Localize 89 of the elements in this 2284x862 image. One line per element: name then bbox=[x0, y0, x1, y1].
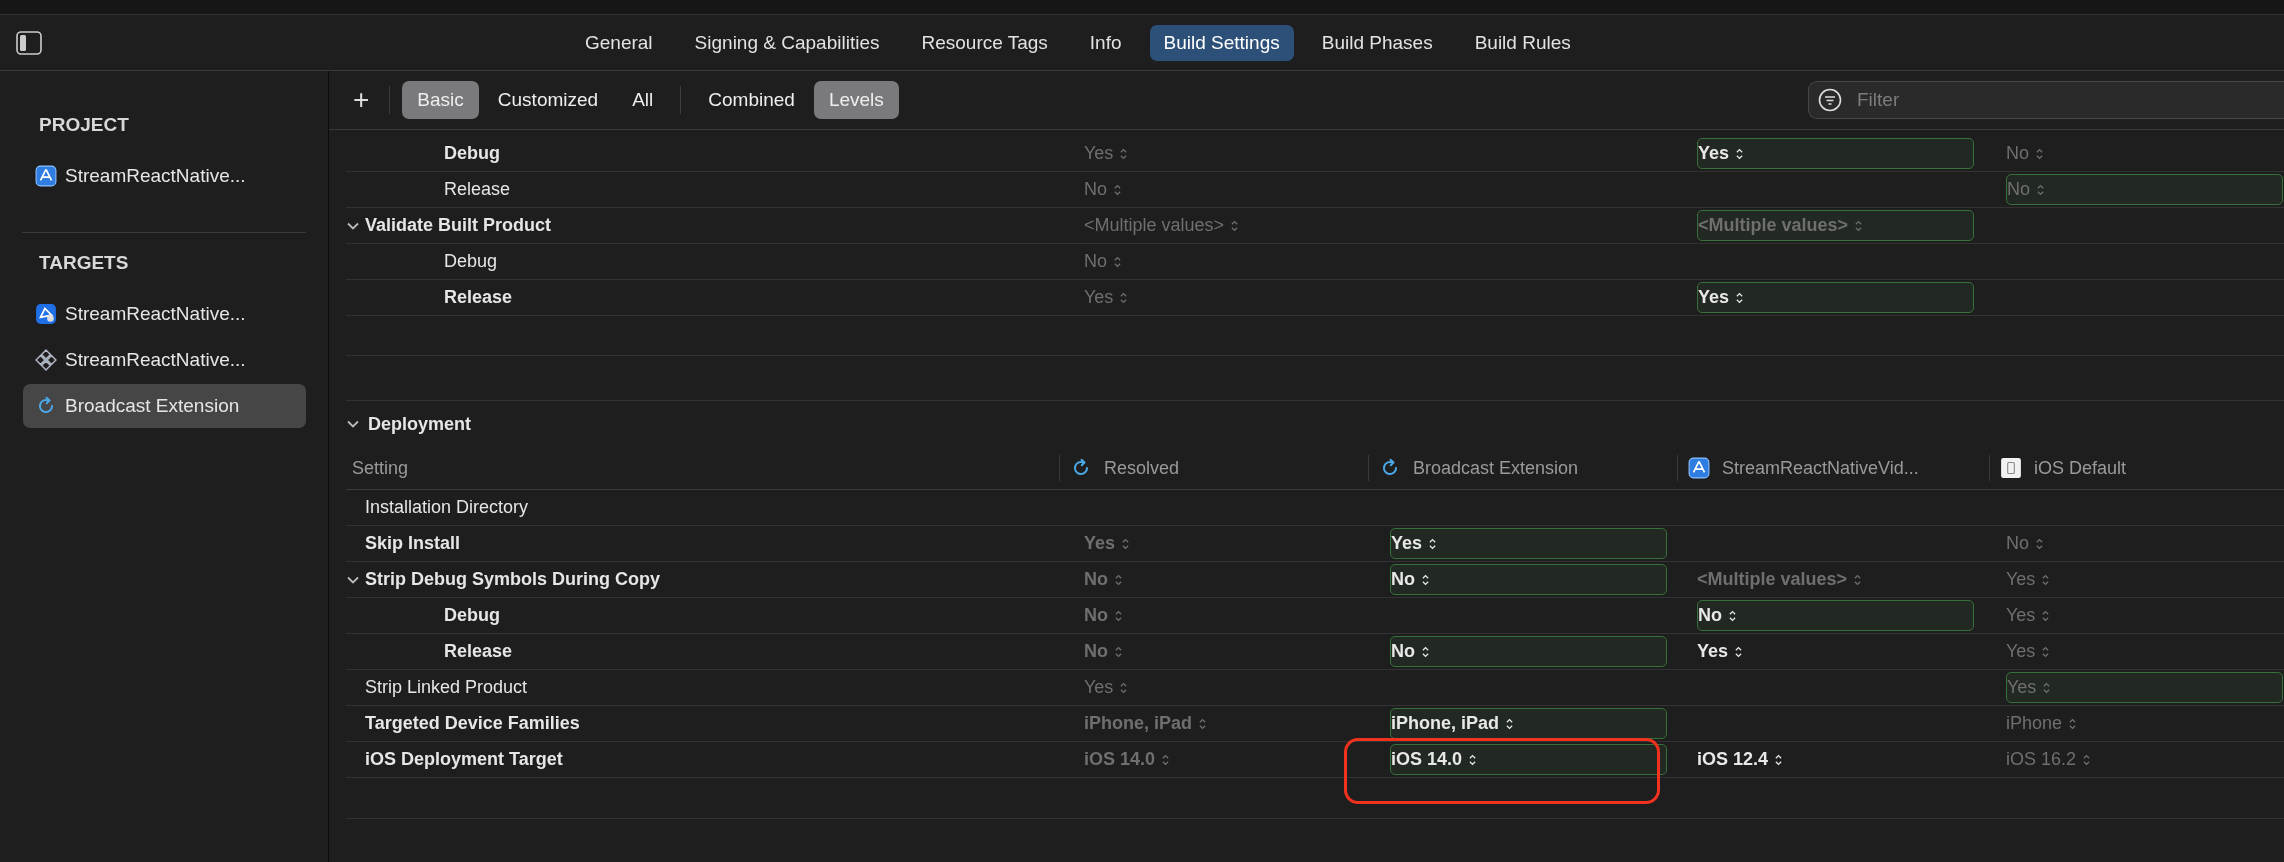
filter-icon bbox=[1818, 88, 1842, 112]
setting-name: Targeted Device Families bbox=[365, 713, 580, 734]
scope-button[interactable]: Customized bbox=[482, 81, 614, 119]
updown-chevron-icon bbox=[2041, 608, 2051, 623]
app-target-icon bbox=[35, 303, 57, 325]
updown-chevron-icon bbox=[2035, 146, 2044, 161]
setting-name: Skip Install bbox=[365, 533, 461, 554]
updown-chevron-icon bbox=[2035, 536, 2044, 551]
add-button[interactable]: + bbox=[345, 86, 378, 114]
setting-name: Release bbox=[444, 287, 513, 308]
updown-chevron-icon bbox=[1428, 536, 1438, 551]
updown-chevron-icon bbox=[1119, 146, 1129, 161]
tab[interactable]: Signing & Capabilities bbox=[680, 24, 894, 61]
value-popup[interactable]: iPhone, iPad bbox=[1390, 708, 1667, 739]
updown-chevron-icon bbox=[1119, 680, 1129, 695]
setting-name: Strip Debug Symbols During Copy bbox=[365, 569, 660, 590]
sidebar-heading: TARGETS bbox=[38, 251, 130, 275]
updown-chevron-icon bbox=[1468, 752, 1478, 767]
updown-chevron-icon bbox=[1421, 644, 1430, 659]
updown-chevron-icon bbox=[1114, 608, 1123, 623]
sidebar-item[interactable]: StreamReactNative... bbox=[23, 154, 306, 198]
diamond-icon bbox=[35, 349, 57, 371]
updown-chevron-icon bbox=[1774, 752, 1784, 767]
updown-chevron-icon bbox=[1114, 644, 1123, 659]
updown-chevron-icon bbox=[1735, 290, 1745, 305]
value-popup[interactable]: Yes bbox=[1390, 528, 1667, 559]
setting-name: iOS Deployment Target bbox=[365, 749, 563, 770]
updown-chevron-icon bbox=[1505, 716, 1515, 731]
value-popup[interactable]: Yes bbox=[1697, 282, 1974, 313]
value-popup[interactable]: No bbox=[1390, 636, 1667, 667]
sidebar-heading: PROJECT bbox=[38, 113, 130, 137]
scope-button[interactable]: Basic bbox=[402, 81, 479, 119]
updown-chevron-icon bbox=[1734, 644, 1744, 659]
updown-chevron-icon bbox=[2041, 644, 2051, 659]
updown-chevron-icon bbox=[1853, 572, 1863, 587]
setting-name: Debug bbox=[444, 143, 500, 164]
scope-button[interactable]: All bbox=[617, 81, 669, 119]
updown-chevron-icon bbox=[1113, 254, 1122, 269]
setting-name: Strip Linked Product bbox=[365, 677, 528, 698]
value-popup[interactable]: iOS 14.0 bbox=[1390, 744, 1667, 775]
app-icon bbox=[1688, 457, 1710, 479]
tab[interactable]: Build Settings bbox=[1149, 24, 1294, 61]
setting-name: Release bbox=[444, 179, 511, 200]
updown-chevron-icon bbox=[1230, 218, 1240, 233]
tab[interactable]: General bbox=[571, 24, 667, 61]
filter-field[interactable]: Filter bbox=[1808, 81, 2284, 119]
column-header: iOS Default bbox=[2034, 457, 2127, 479]
updown-chevron-icon bbox=[1114, 572, 1123, 587]
updown-chevron-icon bbox=[2068, 716, 2078, 731]
sidebar-toggle-icon[interactable] bbox=[16, 30, 42, 55]
value-popup[interactable]: No bbox=[1697, 600, 1974, 631]
value-text[interactable]: Yes bbox=[1697, 636, 1744, 667]
value-popup[interactable]: No bbox=[1390, 564, 1667, 595]
updown-chevron-icon bbox=[1728, 608, 1737, 623]
tab[interactable]: Build Phases bbox=[1307, 24, 1447, 61]
updown-chevron-icon bbox=[2082, 752, 2092, 767]
setting-name: Debug bbox=[444, 251, 498, 272]
sidebar-item[interactable]: StreamReactNative... bbox=[23, 338, 306, 382]
column-header: Broadcast Extension bbox=[1413, 457, 1579, 479]
updown-chevron-icon bbox=[2041, 572, 2051, 587]
updown-chevron-icon bbox=[2042, 680, 2052, 695]
device-icon bbox=[2000, 457, 2022, 479]
view-button[interactable]: Levels bbox=[813, 81, 899, 119]
column-header: Resolved bbox=[1104, 457, 1180, 479]
setting-name: Release bbox=[444, 641, 513, 662]
setting-name: Installation Directory bbox=[365, 497, 529, 518]
updown-chevron-icon bbox=[1113, 182, 1122, 197]
column-header: StreamReactNativeVid... bbox=[1722, 457, 1919, 479]
app-icon bbox=[35, 165, 57, 187]
tab[interactable]: Resource Tags bbox=[907, 24, 1062, 61]
value-popup[interactable]: Yes bbox=[1697, 138, 1974, 169]
setting-name: Debug bbox=[444, 605, 500, 626]
tab[interactable]: Build Rules bbox=[1460, 24, 1585, 61]
updown-chevron-icon bbox=[1121, 536, 1131, 551]
updown-chevron-icon bbox=[1119, 290, 1129, 305]
view-button[interactable]: Combined bbox=[693, 81, 810, 119]
setting-name: Validate Built Product bbox=[365, 215, 552, 236]
updown-chevron-icon bbox=[1198, 716, 1208, 731]
updown-chevron-icon bbox=[2036, 182, 2045, 197]
updown-chevron-icon bbox=[1161, 752, 1171, 767]
value-text[interactable]: iOS 12.4 bbox=[1697, 744, 1784, 775]
tab[interactable]: Info bbox=[1075, 24, 1136, 61]
sidebar-item[interactable]: Broadcast Extension bbox=[23, 384, 306, 428]
updown-chevron-icon bbox=[1421, 572, 1430, 587]
updown-chevron-icon bbox=[1854, 218, 1864, 233]
section-title: Deployment bbox=[368, 413, 472, 435]
sidebar-item[interactable]: StreamReactNative... bbox=[23, 292, 306, 336]
updown-chevron-icon bbox=[1735, 146, 1745, 161]
column-header: Setting bbox=[352, 457, 409, 479]
